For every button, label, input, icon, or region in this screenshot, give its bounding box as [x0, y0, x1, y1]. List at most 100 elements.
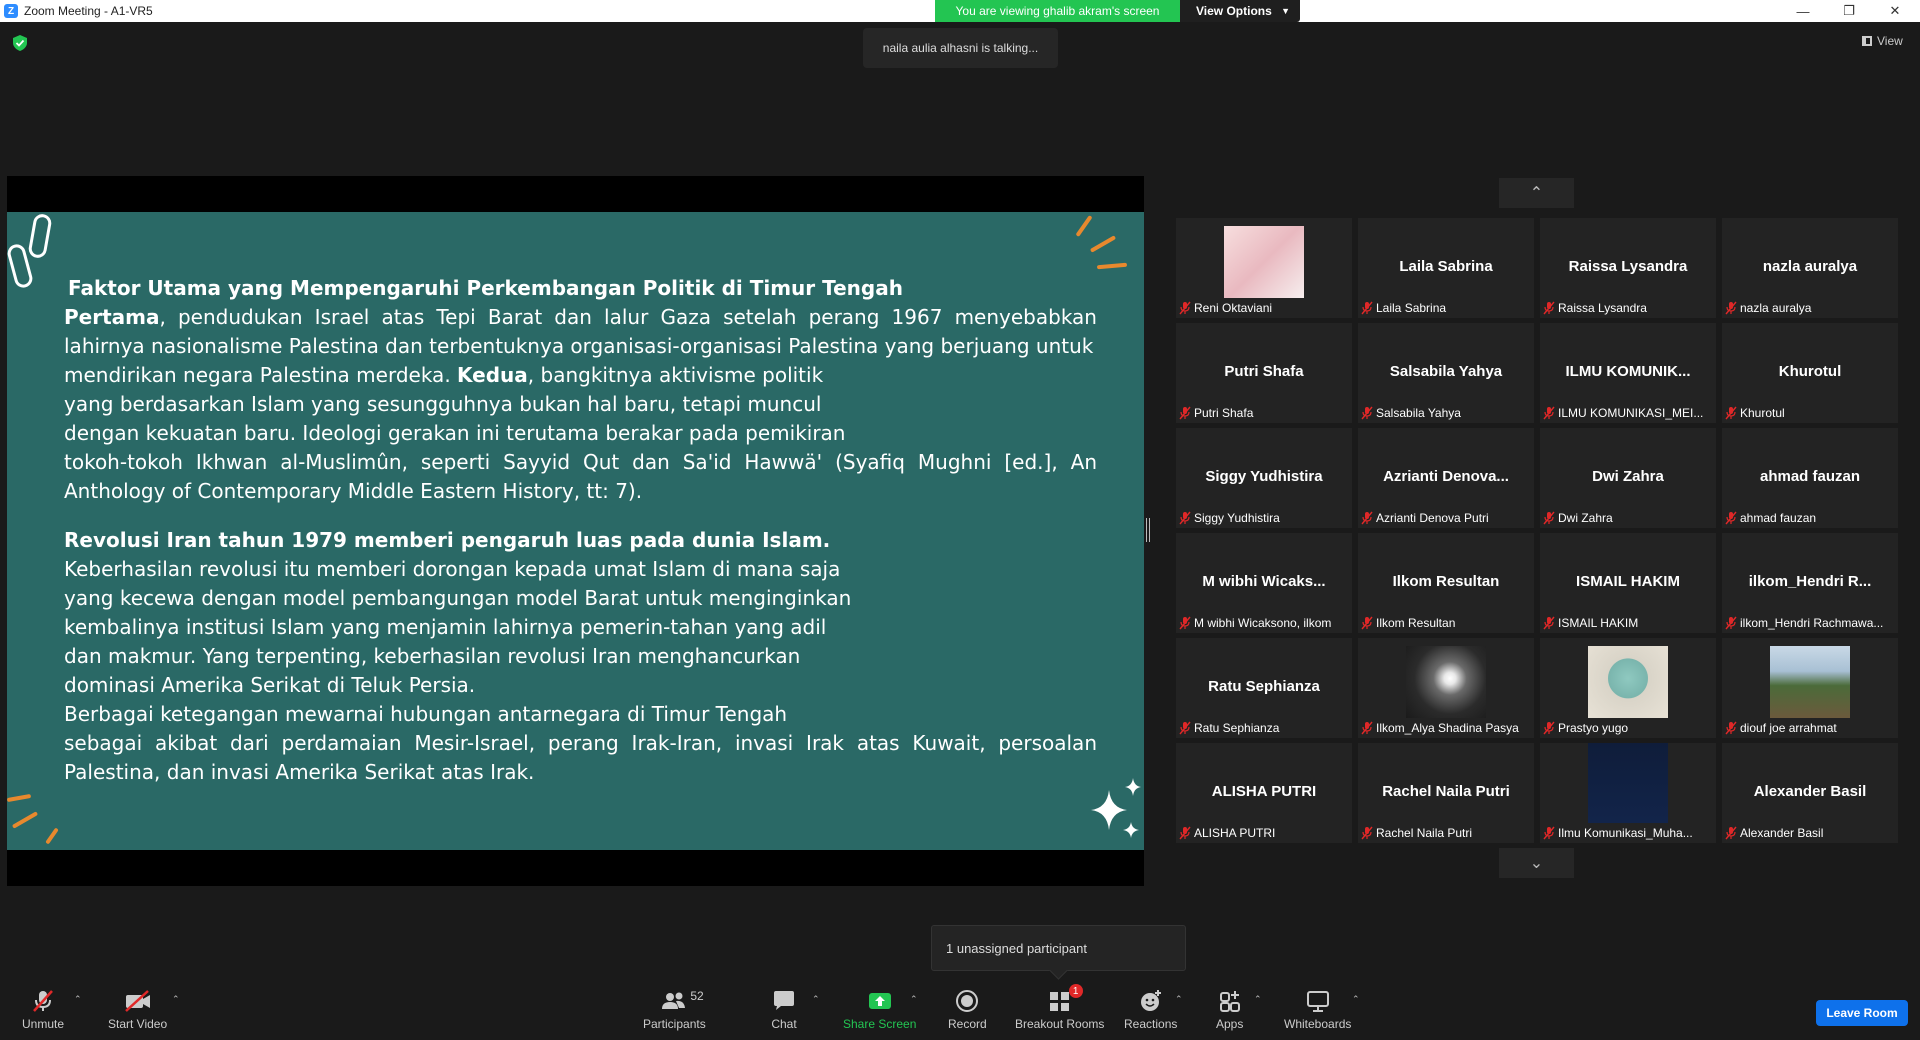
microphone-muted-icon [1543, 826, 1555, 840]
participant-name-label: ILMU KOMUNIKASI_MEI... [1543, 405, 1713, 421]
microphone-muted-icon [1725, 616, 1737, 630]
microphone-muted-icon [1361, 826, 1373, 840]
apps-label: Apps [1216, 1017, 1244, 1031]
participant-tile[interactable]: Putri Shafa Putri Shafa [1176, 323, 1352, 423]
participant-tile[interactable]: Ilkom_Alya Shadina Pasya [1358, 638, 1534, 738]
apps-options-caret-icon[interactable]: ⌃ [1254, 994, 1262, 1005]
slide-bold-term: Kedua [457, 363, 528, 387]
reactions-icon [1138, 988, 1164, 1014]
shield-icon[interactable] [13, 35, 27, 51]
slide-text-span: , bangkitnya aktivisme politik [527, 363, 824, 387]
breakout-badge: 1 [1068, 984, 1083, 998]
participant-tile[interactable]: Khurotul Khurotul [1722, 323, 1898, 423]
participant-name-label: Rachel Naila Putri [1361, 825, 1531, 841]
share-options-caret-icon[interactable]: ⌃ [910, 994, 918, 1005]
unassigned-participant-popup[interactable]: 1 unassigned participant [931, 925, 1186, 971]
participant-tile[interactable]: Rachel Naila Putri Rachel Naila Putri [1358, 743, 1534, 843]
talking-indicator: naila aulia alhasni is talking... [863, 28, 1058, 68]
participant-name: Azrianti Denova Putri [1376, 511, 1489, 525]
participant-tile[interactable]: Ilmu Komunikasi_Muha... [1540, 743, 1716, 843]
view-options-button[interactable]: View Options ▼ [1180, 0, 1300, 22]
apps-button[interactable]: Apps [1216, 988, 1243, 1038]
microphone-muted-icon [1725, 511, 1737, 525]
shared-screen[interactable]: Faktor Utama yang Mempengaruhi Perkemban… [7, 176, 1144, 886]
participant-display-name: Ratu Sephianza [1208, 678, 1320, 695]
reactions-options-caret-icon[interactable]: ⌃ [1175, 994, 1183, 1005]
microphone-muted-icon [1543, 511, 1555, 525]
gallery-page-down-button[interactable]: ⌄ [1499, 848, 1574, 878]
video-options-caret-icon[interactable]: ⌃ [172, 994, 180, 1005]
microphone-muted-icon [1725, 826, 1737, 840]
participant-tile[interactable]: nazla auralya nazla auralya [1722, 218, 1898, 318]
record-button[interactable]: Record [948, 988, 987, 1038]
grid-view-icon [1862, 36, 1872, 46]
participant-tile[interactable]: Laila Sabrina Laila Sabrina [1358, 218, 1534, 318]
chat-button[interactable]: Chat [771, 988, 797, 1038]
view-button[interactable]: View [1862, 34, 1903, 48]
splitter-handle[interactable] [1146, 518, 1150, 542]
chevron-down-icon: ⌄ [1529, 855, 1544, 872]
whiteboards-label: Whiteboards [1284, 1017, 1352, 1031]
participant-display-name: Dwi Zahra [1592, 468, 1664, 485]
leave-room-button[interactable]: Leave Room [1816, 1000, 1908, 1026]
participant-tile[interactable]: M wibhi Wicaks... M wibhi Wicaksono, ilko… [1176, 533, 1352, 633]
participant-name: ISMAIL HAKIM [1558, 616, 1639, 630]
unmute-options-caret-icon[interactable]: ⌃ [74, 994, 82, 1005]
participant-tile[interactable]: Ilkom Resultan Ilkom Resultan [1358, 533, 1534, 633]
view-options-label: View Options [1196, 4, 1272, 18]
slide-line: dan makmur. Yang terpenting, keberhasila… [64, 644, 801, 668]
participant-name: Khurotul [1740, 406, 1785, 420]
share-screen-label: Share Screen [843, 1017, 917, 1031]
slide-line: Berbagai ketegangan mewarnai hubungan an… [64, 702, 788, 726]
chat-options-caret-icon[interactable]: ⌃ [812, 994, 820, 1005]
restore-button[interactable]: ❐ [1826, 0, 1872, 22]
participant-display-name: Ilkom Resultan [1392, 573, 1500, 590]
sparkle-icon [1091, 778, 1141, 838]
participant-display-name: nazla auralya [1762, 258, 1858, 275]
participant-tile[interactable]: Salsabila Yahya Salsabila Yahya [1358, 323, 1534, 423]
participant-tile[interactable]: ILMU KOMUNIK... ILMU KOMUNIKASI_MEI... [1540, 323, 1716, 423]
participant-display-name: Azrianti Denova... [1383, 468, 1509, 485]
participant-tile[interactable]: Azrianti Denova... Azrianti Denova Putri [1358, 428, 1534, 528]
slide-line: mendirikan negara Palestina merdeka. Ked… [64, 361, 1097, 390]
chat-label: Chat [771, 1017, 797, 1031]
microphone-muted-icon [1361, 301, 1373, 315]
decoration-stroke [7, 793, 32, 803]
participant-tile[interactable]: Ratu Sephianza Ratu Sephianza [1176, 638, 1352, 738]
slide-text: Faktor Utama yang Mempengaruhi Perkemban… [64, 274, 1097, 787]
participant-name: ILMU KOMUNIKASI_MEI... [1558, 406, 1704, 420]
share-screen-icon [867, 988, 893, 1014]
whiteboards-button[interactable]: Whiteboards [1284, 988, 1351, 1038]
participant-tile[interactable]: Siggy Yudhistira Siggy Yudhistira [1176, 428, 1352, 528]
participant-tile[interactable]: ISMAIL HAKIM ISMAIL HAKIM [1540, 533, 1716, 633]
participants-button[interactable]: 52 Participants [643, 988, 706, 1038]
participant-tile[interactable]: Reni Oktaviani [1176, 218, 1352, 318]
participant-tile[interactable]: ahmad fauzan ahmad fauzan [1722, 428, 1898, 528]
gallery-page-up-button[interactable]: ⌃ [1499, 178, 1574, 208]
participant-name: Dwi Zahra [1558, 511, 1613, 525]
participant-tile[interactable]: Dwi Zahra Dwi Zahra [1540, 428, 1716, 528]
slide-bold-term: Pertama [64, 305, 160, 329]
participant-tile[interactable]: diouf joe arrahmat [1722, 638, 1898, 738]
start-video-button[interactable]: Start Video [108, 988, 167, 1038]
whiteboards-options-caret-icon[interactable]: ⌃ [1352, 994, 1360, 1005]
participants-count: 52 [690, 989, 704, 1003]
participant-display-name: Laila Sabrina [1399, 258, 1493, 275]
participant-name-label: Salsabila Yahya [1361, 405, 1531, 421]
decoration-stroke [1089, 235, 1117, 253]
participant-tile[interactable]: ilkom_Hendri R... ilkom_Hendri Rachmawa..… [1722, 533, 1898, 633]
minimize-button[interactable]: — [1780, 0, 1826, 22]
close-button[interactable]: ✕ [1872, 0, 1918, 22]
participant-tile[interactable]: Prastyo yugo [1540, 638, 1716, 738]
breakout-rooms-button[interactable]: 1 Breakout Rooms [1015, 984, 1104, 1038]
participant-name-label: Reni Oktaviani [1179, 300, 1349, 316]
microphone-muted-icon [1361, 406, 1373, 420]
participant-display-name: M wibhi Wicaks... [1202, 573, 1326, 590]
participant-tile[interactable]: Raissa Lysandra Raissa Lysandra [1540, 218, 1716, 318]
participant-tile[interactable]: ALISHA PUTRI ALISHA PUTRI [1176, 743, 1352, 843]
reactions-button[interactable]: Reactions [1124, 988, 1177, 1038]
unmute-button[interactable]: Unmute [22, 988, 64, 1038]
participant-tile[interactable]: Alexander Basil Alexander Basil [1722, 743, 1898, 843]
participant-name: ALISHA PUTRI [1194, 826, 1276, 840]
share-screen-button[interactable]: Share Screen [843, 988, 916, 1038]
